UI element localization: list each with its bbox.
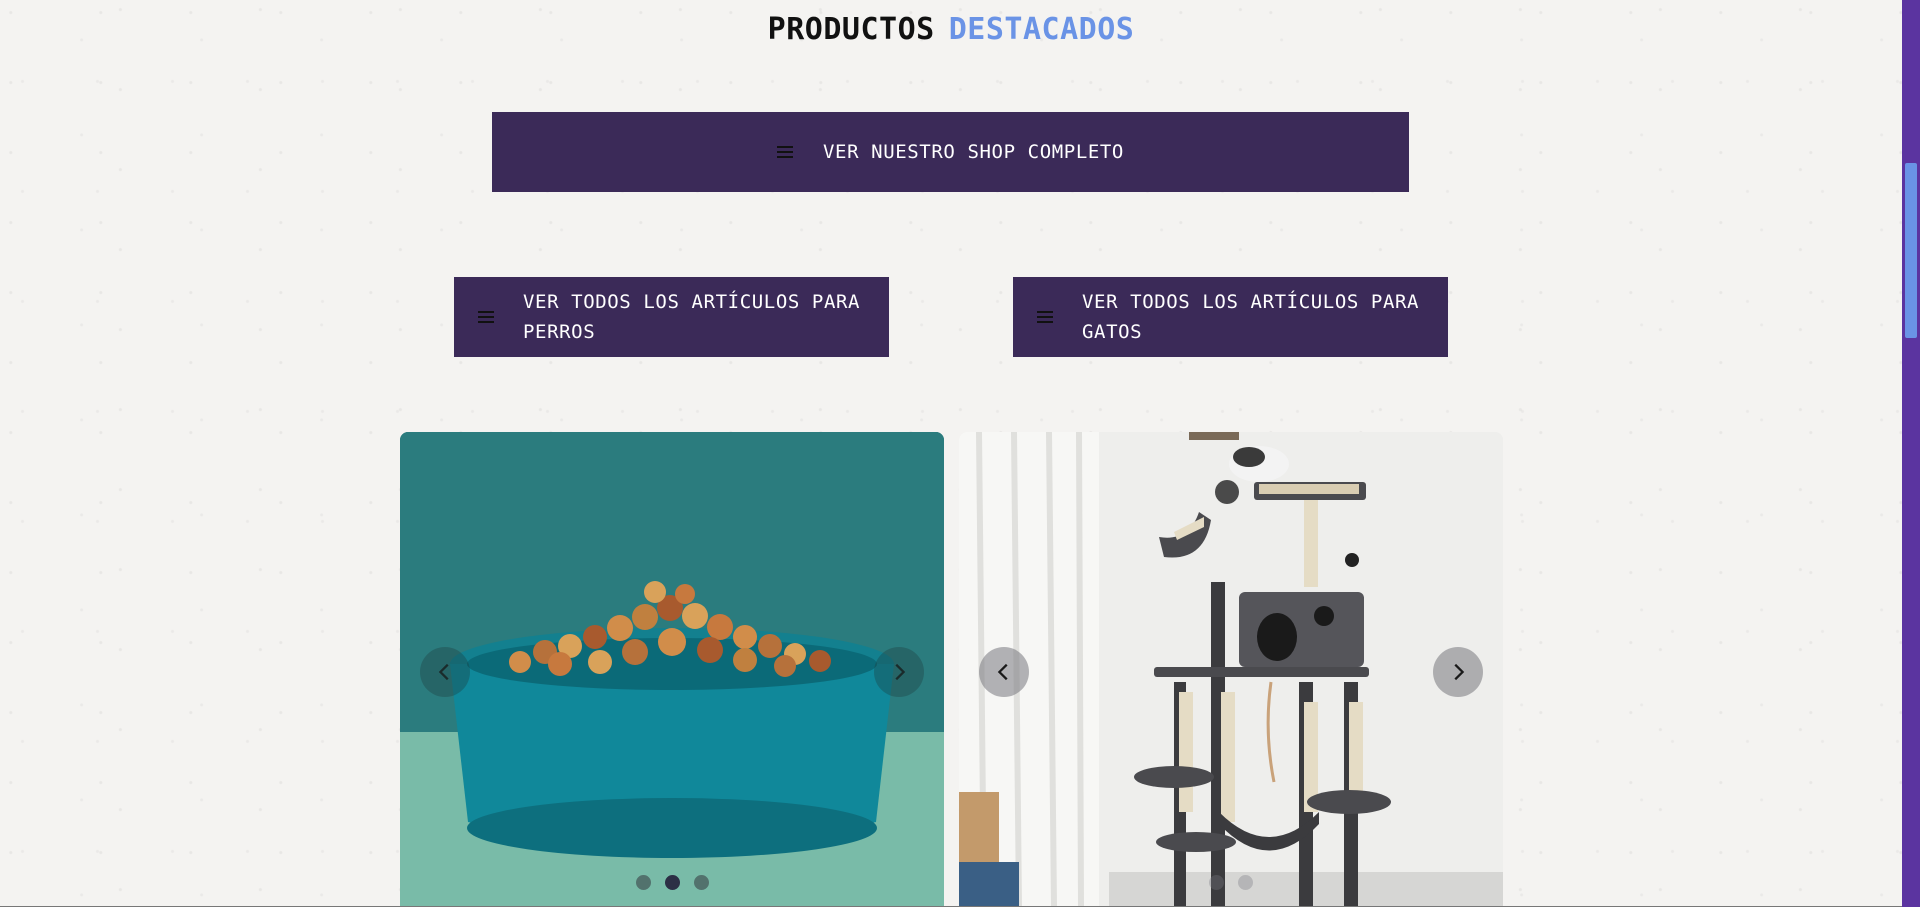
carousel-dot-active[interactable]	[1209, 875, 1224, 890]
carousel-next-button[interactable]	[1433, 647, 1483, 697]
view-full-shop-button[interactable]: VER NUESTRO SHOP COMPLETO	[492, 112, 1409, 192]
carousel-next-button[interactable]	[874, 647, 924, 697]
carousel-indicators	[959, 875, 1503, 890]
view-cat-items-button[interactable]: VER TODOS LOS ARTÍCULOS PARA GATOS	[1013, 277, 1448, 357]
section-title-accent: DESTACADOS	[948, 12, 1135, 47]
view-full-shop-label: VER NUESTRO SHOP COMPLETO	[823, 141, 1124, 163]
page: PRODUCTOS DESTACADOS VER NUESTRO SHOP COM…	[0, 0, 1920, 907]
dog-food-bowl-image	[400, 432, 944, 907]
carousel-dot[interactable]	[635, 875, 651, 890]
carousel-prev-button[interactable]	[979, 647, 1029, 697]
carousel-dog-products	[400, 432, 944, 907]
hamburger-menu-icon	[478, 311, 494, 323]
view-dog-items-label: VER TODOS LOS ARTÍCULOS PARA PERROS	[523, 291, 861, 343]
carousel-cat-products	[959, 432, 1503, 907]
view-cat-items-label: VER TODOS LOS ARTÍCULOS PARA GATOS	[1082, 291, 1420, 343]
section-title-primary: PRODUCTOS	[767, 12, 935, 47]
hamburger-menu-icon	[1037, 311, 1053, 323]
chevron-right-icon	[895, 663, 906, 681]
cat-tree-image	[959, 432, 1503, 907]
section-title: PRODUCTOS DESTACADOS	[0, 12, 1902, 47]
carousel-dot-active[interactable]	[664, 875, 680, 890]
scrollbar-thumb[interactable]	[1905, 163, 1917, 338]
chevron-left-icon	[997, 663, 1008, 681]
carousel-prev-button[interactable]	[420, 647, 470, 697]
chevron-left-icon	[438, 663, 449, 681]
carousel-dot[interactable]	[1238, 875, 1253, 890]
carousel-dot[interactable]	[693, 875, 709, 890]
scrollbar[interactable]	[1902, 0, 1920, 907]
view-dog-items-button[interactable]: VER TODOS LOS ARTÍCULOS PARA PERROS	[454, 277, 889, 357]
hamburger-menu-icon	[777, 146, 793, 158]
chevron-right-icon	[1454, 663, 1465, 681]
carousel-indicators	[400, 875, 944, 890]
